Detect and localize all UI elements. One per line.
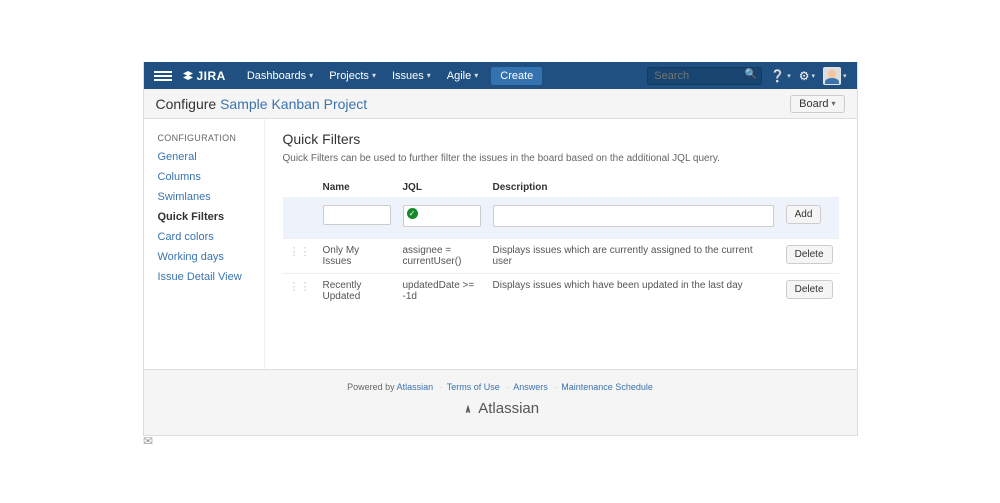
main-content: Quick Filters Quick Filters can be used … bbox=[264, 119, 857, 369]
filter-jql: assignee = currentUser() bbox=[397, 239, 487, 274]
caret-down-icon: ▾ bbox=[811, 72, 815, 80]
sidebar-heading: CONFIGURATION bbox=[158, 133, 256, 143]
filter-row: ⋮⋮Recently UpdatedupdatedDate >= -1dDisp… bbox=[283, 274, 839, 309]
filter-name: Recently Updated bbox=[317, 274, 397, 309]
col-jql-header: JQL bbox=[397, 178, 487, 197]
sidebar-link[interactable]: Columns bbox=[158, 171, 201, 183]
filter-jql: updatedDate >= -1d bbox=[397, 274, 487, 309]
avatar bbox=[823, 67, 841, 85]
col-desc-header: Description bbox=[487, 178, 780, 197]
footer-links: Powered by Atlassian ·Terms of Use ·Answ… bbox=[144, 382, 857, 392]
footer-link-answers[interactable]: Answers bbox=[513, 382, 548, 392]
sidebar-link[interactable]: Issue Detail View bbox=[158, 271, 242, 283]
new-filter-name-input[interactable] bbox=[323, 205, 391, 225]
new-filter-desc-input[interactable] bbox=[493, 205, 774, 227]
board-dropdown[interactable]: Board▾ bbox=[790, 95, 844, 113]
drag-handle-icon[interactable]: ⋮⋮ bbox=[283, 239, 317, 274]
sidebar-link[interactable]: Card colors bbox=[158, 231, 214, 243]
feedback-icon[interactable]: ✉ bbox=[143, 434, 153, 448]
sidebar-item-quick-filters: Quick Filters bbox=[158, 211, 256, 223]
filter-name: Only My Issues bbox=[317, 239, 397, 274]
sidebar-item-issue-detail-view: Issue Detail View bbox=[158, 271, 256, 283]
content-description: Quick Filters can be used to further fil… bbox=[283, 153, 839, 164]
filter-row: ⋮⋮Only My Issuesassignee = currentUser()… bbox=[283, 239, 839, 274]
filters-table: Name JQL Description ✓ bbox=[283, 178, 839, 308]
help-menu[interactable]: ❔▾ bbox=[770, 69, 790, 83]
nav-menu: Dashboards▾ Projects▾ Issues▾ Agile▾ bbox=[240, 66, 485, 86]
jql-valid-icon: ✓ bbox=[407, 208, 418, 219]
sidebar-link[interactable]: Swimlanes bbox=[158, 191, 211, 203]
sidebar-item-general: General bbox=[158, 151, 256, 163]
top-navbar: JIRA Dashboards▾ Projects▾ Issues▾ Agile… bbox=[144, 62, 857, 89]
footer-link-terms[interactable]: Terms of Use bbox=[447, 382, 500, 392]
create-button[interactable]: Create bbox=[491, 67, 542, 85]
search-box: 🔍 bbox=[647, 67, 762, 85]
caret-down-icon: ▾ bbox=[309, 71, 313, 80]
page-header: Configure Sample Kanban Project Board▾ bbox=[144, 89, 857, 119]
caret-down-icon: ▾ bbox=[474, 71, 478, 80]
sidebar-link[interactable]: General bbox=[158, 151, 197, 163]
footer-atlassian-link[interactable]: Atlassian bbox=[397, 382, 434, 392]
delete-filter-button[interactable]: Delete bbox=[786, 245, 833, 264]
brand-text: JIRA bbox=[197, 69, 226, 83]
add-filter-row: ✓ Add bbox=[283, 197, 839, 239]
delete-filter-button[interactable]: Delete bbox=[786, 280, 833, 299]
drag-handle-icon[interactable]: ⋮⋮ bbox=[283, 274, 317, 309]
filter-desc: Displays issues which are currently assi… bbox=[487, 239, 780, 274]
nav-projects[interactable]: Projects▾ bbox=[322, 66, 383, 86]
add-filter-button[interactable]: Add bbox=[786, 205, 822, 224]
admin-menu[interactable]: ⚙▾ bbox=[799, 69, 815, 83]
filter-desc: Displays issues which have been updated … bbox=[487, 274, 780, 309]
config-sidebar: CONFIGURATION General Columns Swimlanes Qui… bbox=[144, 119, 264, 369]
nav-issues[interactable]: Issues▾ bbox=[385, 66, 438, 86]
caret-down-icon: ▾ bbox=[427, 71, 431, 80]
sidebar-item-card-colors: Card colors bbox=[158, 231, 256, 243]
sidebar-item-columns: Columns bbox=[158, 171, 256, 183]
footer-link-maintenance[interactable]: Maintenance Schedule bbox=[561, 382, 653, 392]
footer: Powered by Atlassian ·Terms of Use ·Answ… bbox=[144, 369, 857, 435]
project-link[interactable]: Sample Kanban Project bbox=[220, 96, 367, 112]
help-icon: ❔ bbox=[770, 69, 785, 83]
sidebar-link[interactable]: Quick Filters bbox=[158, 211, 225, 223]
jira-logo[interactable]: JIRA bbox=[182, 69, 226, 83]
footer-brand: Atlassian bbox=[144, 400, 857, 417]
user-menu[interactable]: ▾ bbox=[823, 67, 847, 85]
caret-down-icon: ▾ bbox=[787, 72, 791, 80]
content-title: Quick Filters bbox=[283, 131, 839, 147]
caret-down-icon: ▾ bbox=[843, 72, 847, 80]
sidebar-item-working-days: Working days bbox=[158, 251, 256, 263]
search-input[interactable] bbox=[647, 67, 762, 85]
gear-icon: ⚙ bbox=[799, 69, 810, 83]
col-name-header: Name bbox=[317, 178, 397, 197]
caret-down-icon: ▾ bbox=[831, 99, 835, 108]
atlassian-icon bbox=[461, 401, 475, 415]
sidebar-item-swimlanes: Swimlanes bbox=[158, 191, 256, 203]
sidebar-link[interactable]: Working days bbox=[158, 251, 224, 263]
page-title: Configure Sample Kanban Project bbox=[156, 96, 368, 112]
jira-glyph-icon bbox=[182, 70, 194, 82]
caret-down-icon: ▾ bbox=[372, 71, 376, 80]
nav-dashboards[interactable]: Dashboards▾ bbox=[240, 66, 320, 86]
hamburger-icon[interactable] bbox=[154, 71, 172, 81]
nav-agile[interactable]: Agile▾ bbox=[440, 66, 485, 86]
